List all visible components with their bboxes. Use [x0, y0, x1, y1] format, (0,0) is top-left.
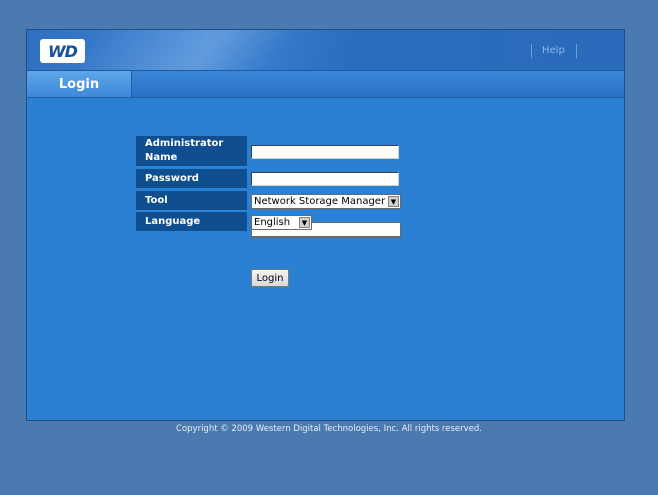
language-select-value: English — [254, 217, 291, 228]
login-button[interactable]: Login — [251, 269, 289, 287]
help-separator-right — [576, 44, 577, 58]
copyright-text: Copyright © 2009 Western Digital Technol… — [176, 424, 482, 434]
tool-label: Tool — [136, 191, 247, 210]
header-bar: WD Help — [27, 30, 624, 71]
password-label-text: Password — [145, 172, 199, 184]
admin-name-input[interactable] — [251, 145, 399, 159]
language-label-text: Language — [145, 215, 201, 227]
password-label: Password — [136, 169, 247, 188]
tab-bar: Login — [27, 71, 624, 98]
tab-login[interactable]: Login — [27, 71, 132, 97]
language-label: Language — [136, 212, 247, 231]
admin-name-label-line1: Administrator — [145, 138, 224, 149]
tool-select[interactable]: Network Storage Manager ▼ — [251, 194, 401, 209]
help-link[interactable]: Help — [542, 45, 565, 56]
logo-text: WD — [48, 41, 78, 61]
tool-select-value: Network Storage Manager — [254, 196, 386, 207]
chevron-down-icon[interactable]: ▼ — [299, 217, 310, 228]
tool-label-text: Tool — [145, 194, 168, 206]
admin-name-label-line2: Name — [145, 152, 178, 163]
main-frame: WD Help Login Administrator Name Passwor… — [26, 29, 625, 421]
admin-name-label: Administrator Name — [136, 136, 247, 166]
header-swoosh-decoration — [61, 30, 373, 70]
language-select[interactable]: English ▼ — [251, 215, 312, 230]
wd-logo: WD — [40, 39, 85, 63]
chevron-down-icon[interactable]: ▼ — [388, 196, 399, 207]
password-input[interactable] — [251, 172, 399, 186]
help-separator-left — [531, 44, 532, 58]
